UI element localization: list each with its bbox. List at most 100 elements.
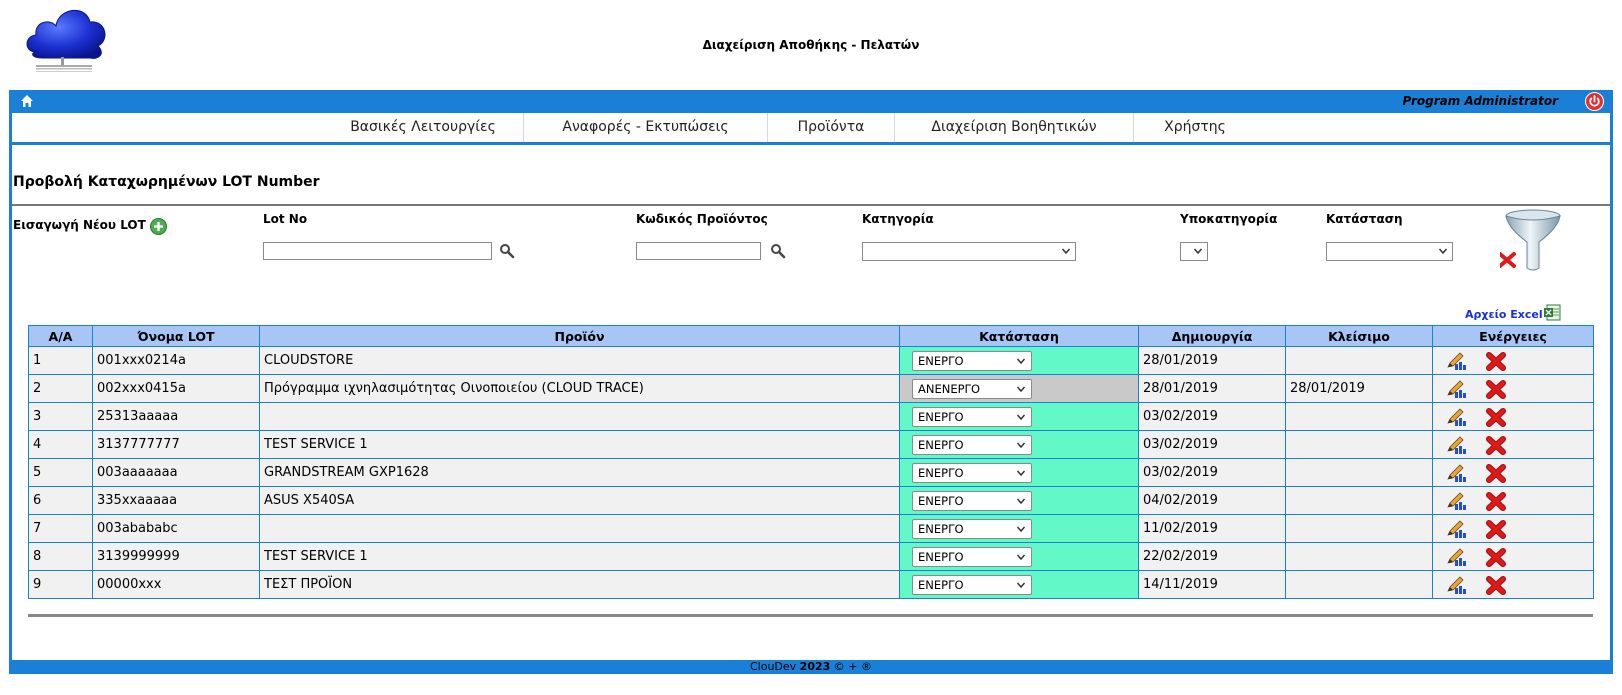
cell-product: CLOUDSTORE	[259, 346, 900, 375]
col-header-closed[interactable]: Κλείσιμο	[1285, 325, 1433, 347]
status-dropdown[interactable]: ΕΝΕΡΓΟ	[912, 462, 1032, 483]
category-select[interactable]	[862, 242, 1076, 261]
delete-x-icon[interactable]	[1485, 407, 1507, 427]
status-dropdown[interactable]: ΕΝΕΡΓΟ	[912, 574, 1032, 595]
cell-actions	[1432, 486, 1594, 515]
excel-export-link[interactable]: Αρχείο Excel	[1465, 308, 1543, 321]
status-dropdown[interactable]: ΑΝΕΝΕΡΓΟ	[912, 378, 1032, 399]
power-icon[interactable]	[1585, 92, 1604, 111]
edit-pencil-icon[interactable]	[1445, 435, 1467, 455]
table-row[interactable]: 1 001xxx0214a CLOUDSTORE ΕΝΕΡΓΟ 28/01/2019	[28, 346, 1594, 375]
delete-x-icon[interactable]	[1485, 547, 1507, 567]
delete-x-icon[interactable]	[1485, 491, 1507, 511]
cell-aa: 5	[28, 458, 93, 487]
cell-closed	[1285, 402, 1433, 431]
cell-aa: 8	[28, 542, 93, 571]
table-row[interactable]: 4 3137777777 TEST SERVICE 1 ΕΝΕΡΓΟ 03/02/201…	[28, 430, 1594, 459]
chevron-down-icon	[1193, 248, 1203, 255]
edit-pencil-icon[interactable]	[1445, 491, 1467, 511]
cell-aa: 6	[28, 486, 93, 515]
status-select[interactable]	[1326, 242, 1453, 261]
cell-aa: 4	[28, 430, 93, 459]
delete-x-icon[interactable]	[1485, 435, 1507, 455]
edit-pencil-icon[interactable]	[1445, 519, 1467, 539]
edit-pencil-icon[interactable]	[1445, 379, 1467, 399]
delete-x-icon[interactable]	[1485, 519, 1507, 539]
footer-suffix: © + ®	[833, 660, 873, 673]
chevron-down-icon	[1016, 442, 1026, 448]
table-row[interactable]: 6 335xxaaaaa ASUS X540SA ΕΝΕΡΓΟ 04/02/2019	[28, 486, 1594, 515]
cell-created: 03/02/2019	[1138, 458, 1286, 487]
edit-pencil-icon[interactable]	[1445, 407, 1467, 427]
excel-icon[interactable]	[1544, 304, 1561, 321]
col-header-lot-name[interactable]: Όνομα LOT	[92, 325, 260, 347]
chevron-down-icon	[1016, 470, 1026, 476]
col-header-aa[interactable]: Α/Α	[28, 325, 93, 347]
status-dropdown[interactable]: ΕΝΕΡΓΟ	[912, 518, 1032, 539]
cell-closed	[1285, 514, 1433, 543]
new-lot-label[interactable]: Εισαγωγή Νέου LOT	[13, 218, 146, 232]
chevron-down-icon	[1438, 248, 1448, 255]
cell-status: ΕΝΕΡΓΟ	[899, 458, 1139, 487]
nav-item-user[interactable]: Χρήστης	[1134, 113, 1256, 142]
cell-product	[259, 402, 900, 431]
cell-lot-name: 001xxx0214a	[92, 346, 260, 375]
col-header-status[interactable]: Κατάσταση	[899, 325, 1139, 347]
nav-item-basic-functions[interactable]: Βασικές Λειτουργίες	[323, 113, 524, 142]
status-dropdown[interactable]: ΕΝΕΡΓΟ	[912, 546, 1032, 567]
status-dropdown[interactable]: ΕΝΕΡΓΟ	[912, 434, 1032, 455]
status-dropdown-value: ΕΝΕΡΓΟ	[918, 437, 964, 452]
col-header-actions: Ενέργειες	[1432, 325, 1594, 347]
nav-item-products[interactable]: Προϊόντα	[768, 113, 895, 142]
delete-x-icon[interactable]	[1485, 379, 1507, 399]
cell-product: ΤΕΣΤ ΠΡΟΪΟΝ	[259, 570, 900, 599]
cell-created: 22/02/2019	[1138, 542, 1286, 571]
magnifier-icon[interactable]	[499, 243, 515, 259]
chevron-down-icon	[1016, 414, 1026, 420]
user-name: Program Administrator	[1402, 94, 1558, 108]
table-row[interactable]: 7 003abababc ΕΝΕΡΓΟ 11/02/2019	[28, 514, 1594, 543]
delete-x-icon[interactable]	[1485, 351, 1507, 371]
status-label: Κατάσταση	[1326, 212, 1403, 226]
cell-actions	[1432, 514, 1594, 543]
nav-item-reports[interactable]: Αναφορές - Εκτυπώσεις	[524, 113, 768, 142]
chevron-down-icon	[1016, 358, 1026, 364]
cell-lot-name: 003aaaaaaa	[92, 458, 260, 487]
plus-icon[interactable]	[150, 218, 167, 235]
edit-pencil-icon[interactable]	[1445, 351, 1467, 371]
table-row[interactable]: 3 25313aaaaa ΕΝΕΡΓΟ 03/02/2019	[28, 402, 1594, 431]
nav-item-auxiliary[interactable]: Διαχείριση Βοηθητικών	[895, 113, 1134, 142]
chevron-down-icon	[1016, 582, 1026, 588]
table-row[interactable]: 2 002xxx0415a Πρόγραμμα ιχνηλασιμότητας Οι…	[28, 374, 1594, 403]
delete-x-icon[interactable]	[1485, 575, 1507, 595]
status-dropdown-value: ΕΝΕΡΓΟ	[918, 353, 964, 368]
lot-no-input[interactable]	[263, 242, 492, 260]
lot-table: Α/Α Όνομα LOT Προϊόν Κατάσταση Δημιουργί…	[28, 325, 1594, 599]
table-row[interactable]: 8 3139999999 TEST SERVICE 1 ΕΝΕΡΓΟ 22/02/201…	[28, 542, 1594, 571]
status-dropdown[interactable]: ΕΝΕΡΓΟ	[912, 406, 1032, 427]
home-icon[interactable]	[19, 93, 35, 109]
cell-lot-name: 002xxx0415a	[92, 374, 260, 403]
subcategory-select[interactable]	[1180, 242, 1208, 261]
status-dropdown[interactable]: ΕΝΕΡΓΟ	[912, 490, 1032, 511]
cell-created: 11/02/2019	[1138, 514, 1286, 543]
table-row[interactable]: 5 003aaaaaaa GRANDSTREAM GXP1628 ΕΝΕΡΓΟ 03/0…	[28, 458, 1594, 487]
subcategory-label: Υποκατηγορία	[1180, 212, 1278, 226]
status-dropdown[interactable]: ΕΝΕΡΓΟ	[912, 350, 1032, 371]
cell-lot-name: 25313aaaaa	[92, 402, 260, 431]
chevron-down-icon	[1061, 248, 1071, 255]
magnifier-icon[interactable]	[770, 243, 786, 259]
status-dropdown-value: ΕΝΕΡΓΟ	[918, 493, 964, 508]
edit-pencil-icon[interactable]	[1445, 575, 1467, 595]
cell-product: GRANDSTREAM GXP1628	[259, 458, 900, 487]
delete-x-icon[interactable]	[1485, 463, 1507, 483]
edit-pencil-icon[interactable]	[1445, 463, 1467, 483]
funnel-clear-icon[interactable]	[1498, 208, 1562, 274]
col-header-created[interactable]: Δημιουργία	[1138, 325, 1286, 347]
edit-pencil-icon[interactable]	[1445, 547, 1467, 567]
col-header-product[interactable]: Προϊόν	[259, 325, 900, 347]
product-code-input[interactable]	[636, 242, 761, 260]
status-dropdown-value: ΕΝΕΡΓΟ	[918, 409, 964, 424]
table-row[interactable]: 9 00000xxx ΤΕΣΤ ΠΡΟΪΟΝ ΕΝΕΡΓΟ 14/11/2019	[28, 570, 1594, 599]
chevron-down-icon	[1016, 498, 1026, 504]
